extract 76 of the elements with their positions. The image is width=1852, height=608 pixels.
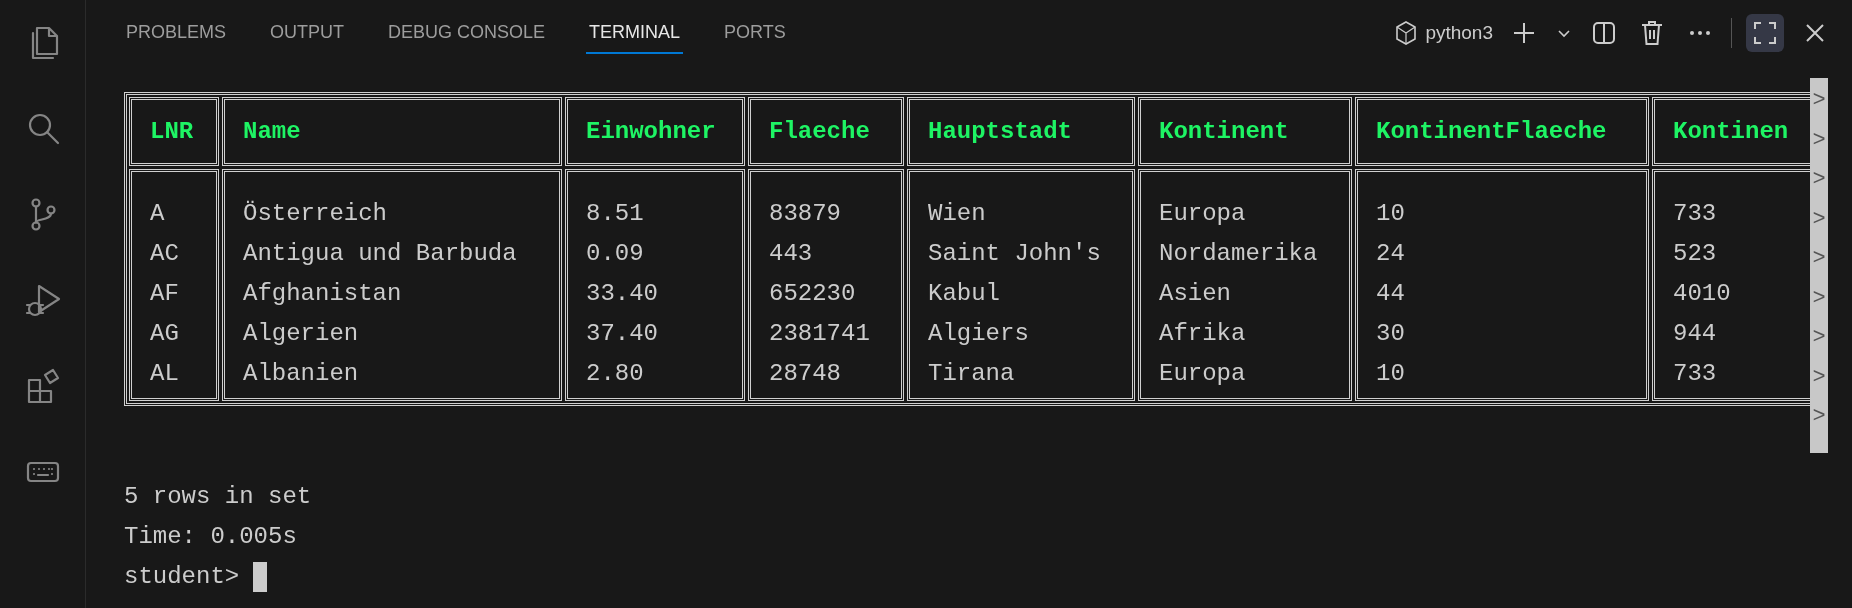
column-header: Kontinent	[1159, 118, 1289, 145]
table-cell-text: Tirana	[928, 359, 1016, 389]
table-cell-text: 523	[1673, 239, 1718, 269]
overflow-marker: >	[1811, 284, 1827, 313]
more-icon[interactable]	[1689, 30, 1711, 36]
table-cell-text: Saint John's	[928, 239, 1102, 269]
chevron-down-icon[interactable]	[1557, 28, 1571, 38]
table-cell-text: AF	[150, 279, 180, 309]
table-cell-text: Nordamerika	[1159, 239, 1319, 269]
shell-cube-icon	[1395, 21, 1418, 45]
table-cell-text: 44	[1376, 279, 1406, 309]
table-cell-text: 33.40	[586, 279, 659, 309]
table-cell-text: 37.40	[586, 319, 659, 349]
table-cell-text: AL	[150, 359, 180, 389]
column-header: KontinentFlaeche	[1376, 118, 1607, 145]
column-header: Flaeche	[769, 118, 870, 145]
table-cell-text: AG	[150, 319, 180, 349]
table-cell-text: Albanien	[243, 359, 360, 389]
overflow-marker: >	[1811, 87, 1827, 115]
column-header: Einwohner	[586, 118, 716, 145]
output-line: 5 rows in set	[124, 481, 313, 512]
panel-tab[interactable]: PORTS	[721, 12, 789, 54]
table-cell-text: 30	[1376, 319, 1406, 349]
table-cell-text: Afghanistan	[243, 279, 403, 309]
overflow-marker: >	[1811, 205, 1827, 234]
table-cell-text: 83879	[769, 199, 842, 229]
table-cell-text: 733	[1673, 199, 1718, 229]
column-header: LNR	[150, 118, 194, 145]
table-cell-text: Wien	[928, 199, 987, 229]
table-cell-text: 652230	[769, 279, 857, 309]
column-header: Hauptstadt	[928, 118, 1073, 145]
table-cell-text: 2.80	[586, 359, 645, 389]
maximize-icon	[1753, 21, 1777, 45]
split-icon[interactable]	[1592, 21, 1616, 45]
table-cell-text: Antigua und Barbuda	[243, 239, 518, 269]
table-cell-text: 733	[1673, 359, 1718, 389]
close-icon[interactable]	[1805, 23, 1825, 43]
maximize-panel-button[interactable]	[1746, 14, 1784, 52]
panel-tab[interactable]: OUTPUT	[267, 12, 348, 54]
table-cell-text: 8.51	[586, 199, 645, 229]
table-cell-text: A	[150, 199, 166, 229]
table-cell-text: 24	[1376, 239, 1406, 269]
overflow-marker: >	[1811, 403, 1827, 431]
table-cell-text: 10	[1376, 359, 1406, 389]
overflow-marker: >	[1811, 245, 1827, 273]
column-header: Kontinen	[1673, 118, 1789, 145]
overflow-marker: >	[1811, 324, 1827, 352]
table-cell-text: 10	[1376, 199, 1406, 229]
overflow-marker: >	[1811, 166, 1827, 194]
panel-tab[interactable]: PROBLEMS	[123, 12, 230, 54]
table-cell-text: 944	[1673, 319, 1718, 349]
cursor	[253, 561, 268, 592]
table-cell-text: Algiers	[928, 319, 1030, 349]
terminal-profile[interactable]: python3	[1395, 21, 1493, 45]
table-cell-text: AC	[150, 239, 180, 269]
output-line: Time: 0.005s	[124, 521, 298, 552]
table-cell-text: Asien	[1159, 279, 1232, 309]
overflow-marker: >	[1811, 363, 1827, 392]
table-cell-text: 0.09	[586, 239, 645, 269]
plus-icon[interactable]	[1512, 21, 1536, 45]
table-cell-text: Kabul	[928, 279, 1001, 309]
table-cell-text: 4010	[1673, 279, 1732, 309]
column-header: Name	[243, 118, 301, 145]
table-cell-text: Afrika	[1159, 319, 1247, 349]
table-cell-text: Europa	[1159, 359, 1247, 389]
table-cell-text: Algerien	[243, 319, 360, 349]
table-cell-text: Europa	[1159, 199, 1247, 229]
panel-tab[interactable]: TERMINAL	[586, 12, 684, 54]
overflow-marker: >	[1811, 126, 1827, 155]
table-cell-text: 2381741	[769, 319, 871, 349]
trash-icon[interactable]	[1640, 20, 1664, 46]
table-cell-text: 443	[769, 239, 814, 269]
table-cell-text: Österreich	[243, 199, 389, 229]
table-cell-text: 28748	[769, 359, 842, 389]
prompt: student>	[124, 561, 240, 592]
panel-tab[interactable]: DEBUG CONSOLE	[385, 12, 549, 54]
